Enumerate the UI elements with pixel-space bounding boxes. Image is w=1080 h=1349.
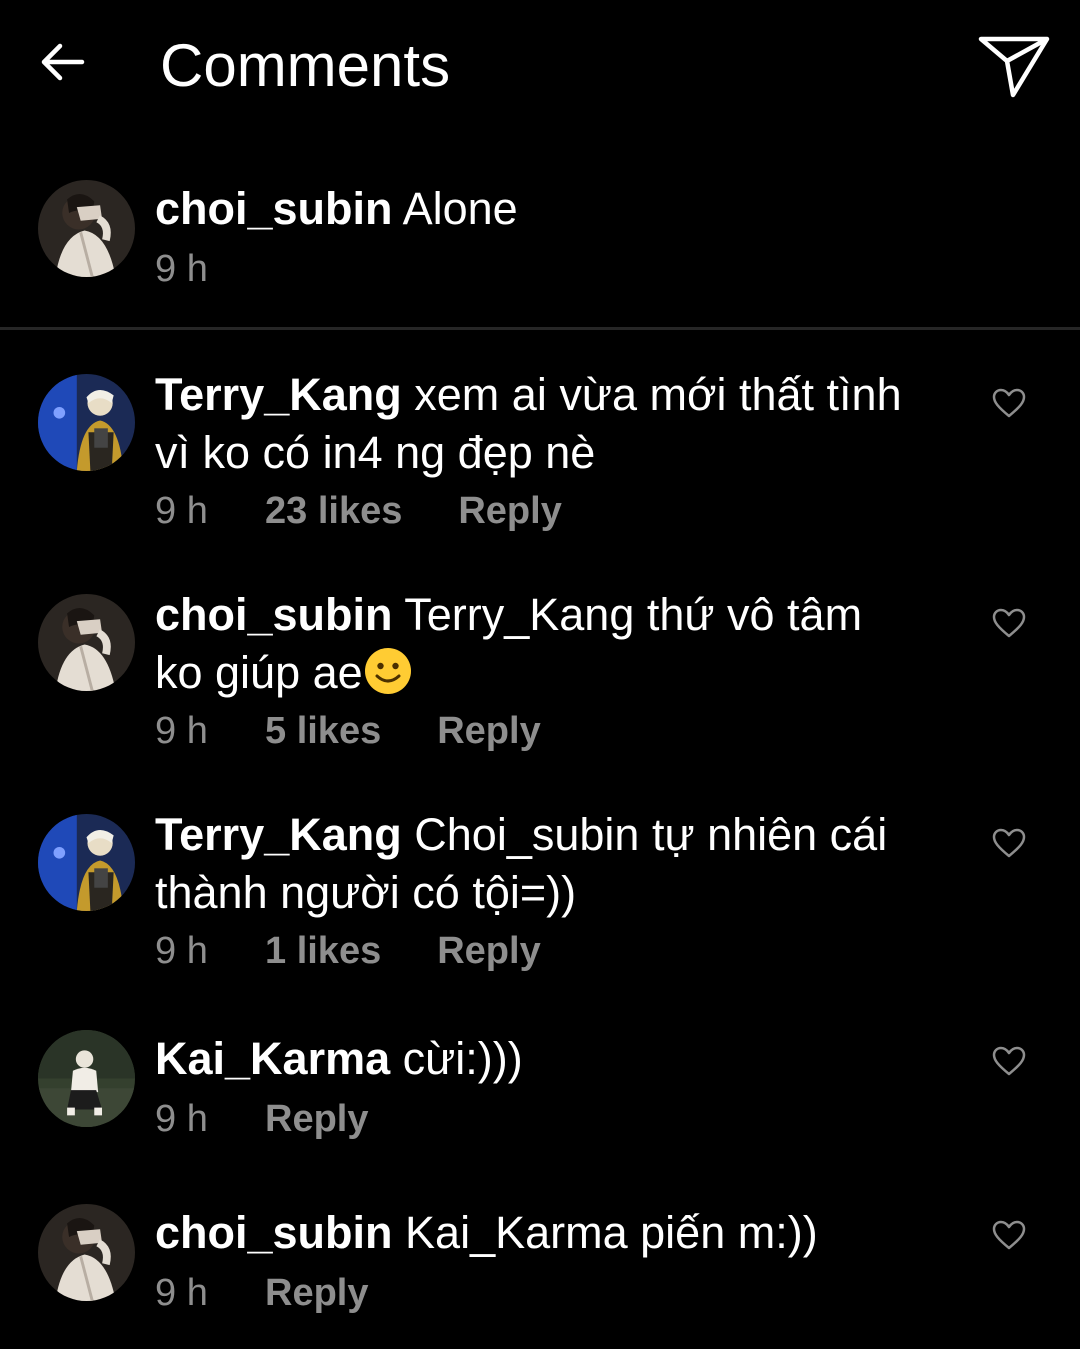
- timestamp: 9 h: [155, 710, 208, 752]
- caption-body: Alone: [402, 183, 518, 234]
- send-icon: [978, 36, 1050, 98]
- arrow-left-icon: [41, 43, 85, 81]
- page-title: Comments: [160, 32, 451, 99]
- username[interactable]: Terry_Kang: [155, 809, 402, 860]
- like-button[interactable]: [990, 1044, 1028, 1078]
- comment-text: Kai_Karma cừi:))): [155, 1030, 955, 1088]
- reply-button[interactable]: Reply: [265, 1096, 368, 1142]
- comment-meta: 9 h Reply: [155, 1270, 368, 1316]
- back-button[interactable]: [30, 30, 94, 94]
- heart-icon: [992, 388, 1026, 418]
- comment-body: Kai_Karma piến m:)): [405, 1207, 818, 1258]
- reply-button[interactable]: Reply: [437, 928, 540, 974]
- like-button[interactable]: [990, 826, 1028, 860]
- heart-icon: [992, 828, 1026, 858]
- comment-text: choi_subin Kai_Karma piến m:)): [155, 1204, 955, 1262]
- divider: [0, 327, 1080, 330]
- comment-item: Kai_Karma cừi:))) 9 h Reply: [0, 1030, 1080, 1150]
- reply-button[interactable]: Reply: [437, 708, 540, 754]
- avatar[interactable]: [38, 1030, 135, 1127]
- likes-count[interactable]: 1 likes: [265, 928, 381, 974]
- username[interactable]: choi_subin: [155, 589, 393, 640]
- comment-item: Terry_Kang Choi_subin tự nhiên cái thành…: [0, 806, 1080, 986]
- avatar[interactable]: [38, 594, 135, 691]
- comment-body: cừi:))): [402, 1033, 523, 1084]
- username[interactable]: Kai_Karma: [155, 1033, 390, 1084]
- avatar[interactable]: [38, 180, 135, 277]
- comment-item: choi_subin Kai_Karma piến m:)) 9 h Reply: [0, 1204, 1080, 1324]
- username[interactable]: Terry_Kang: [155, 369, 402, 420]
- comment-text: choi_subin Terry_Kang thứ vô tâm ko giúp…: [155, 586, 955, 702]
- comment-text: Terry_Kang Choi_subin tự nhiên cái thành…: [155, 806, 955, 922]
- likes-count[interactable]: 23 likes: [265, 488, 402, 534]
- heart-icon: [992, 1046, 1026, 1076]
- comment-meta: 9 h 5 likes Reply: [155, 708, 541, 754]
- like-button[interactable]: [990, 1218, 1028, 1252]
- avatar[interactable]: [38, 374, 135, 471]
- heart-icon: [992, 1220, 1026, 1250]
- username[interactable]: choi_subin: [155, 183, 393, 234]
- like-button[interactable]: [990, 386, 1028, 420]
- share-button[interactable]: [972, 28, 1056, 104]
- comment-meta: 9 h Reply: [155, 1096, 368, 1142]
- avatar[interactable]: [38, 1204, 135, 1301]
- username[interactable]: choi_subin: [155, 1207, 393, 1258]
- comment-meta: 9 h 1 likes Reply: [155, 928, 541, 974]
- timestamp: 9 h: [155, 490, 208, 532]
- post-caption: choi_subin Alone 9 h: [0, 170, 1080, 328]
- caption-meta: 9 h: [155, 246, 265, 292]
- comment-text: Terry_Kang xem ai vừa mới thất tình vì k…: [155, 366, 955, 482]
- comment-item: choi_subin Terry_Kang thứ vô tâm ko giúp…: [0, 586, 1080, 766]
- comment-item: Terry_Kang xem ai vừa mới thất tình vì k…: [0, 366, 1080, 546]
- avatar[interactable]: [38, 814, 135, 911]
- comment-meta: 9 h 23 likes Reply: [155, 488, 562, 534]
- timestamp: 9 h: [155, 930, 208, 972]
- slightly-smiling-face-emoji: [364, 648, 411, 694]
- reply-button[interactable]: Reply: [458, 488, 561, 534]
- timestamp: 9 h: [155, 248, 208, 290]
- heart-icon: [992, 608, 1026, 638]
- timestamp: 9 h: [155, 1098, 208, 1140]
- likes-count[interactable]: 5 likes: [265, 708, 381, 754]
- header-bar: Comments: [0, 0, 1080, 140]
- caption-text: choi_subin Alone: [155, 180, 955, 238]
- like-button[interactable]: [990, 606, 1028, 640]
- reply-button[interactable]: Reply: [265, 1270, 368, 1316]
- timestamp: 9 h: [155, 1272, 208, 1314]
